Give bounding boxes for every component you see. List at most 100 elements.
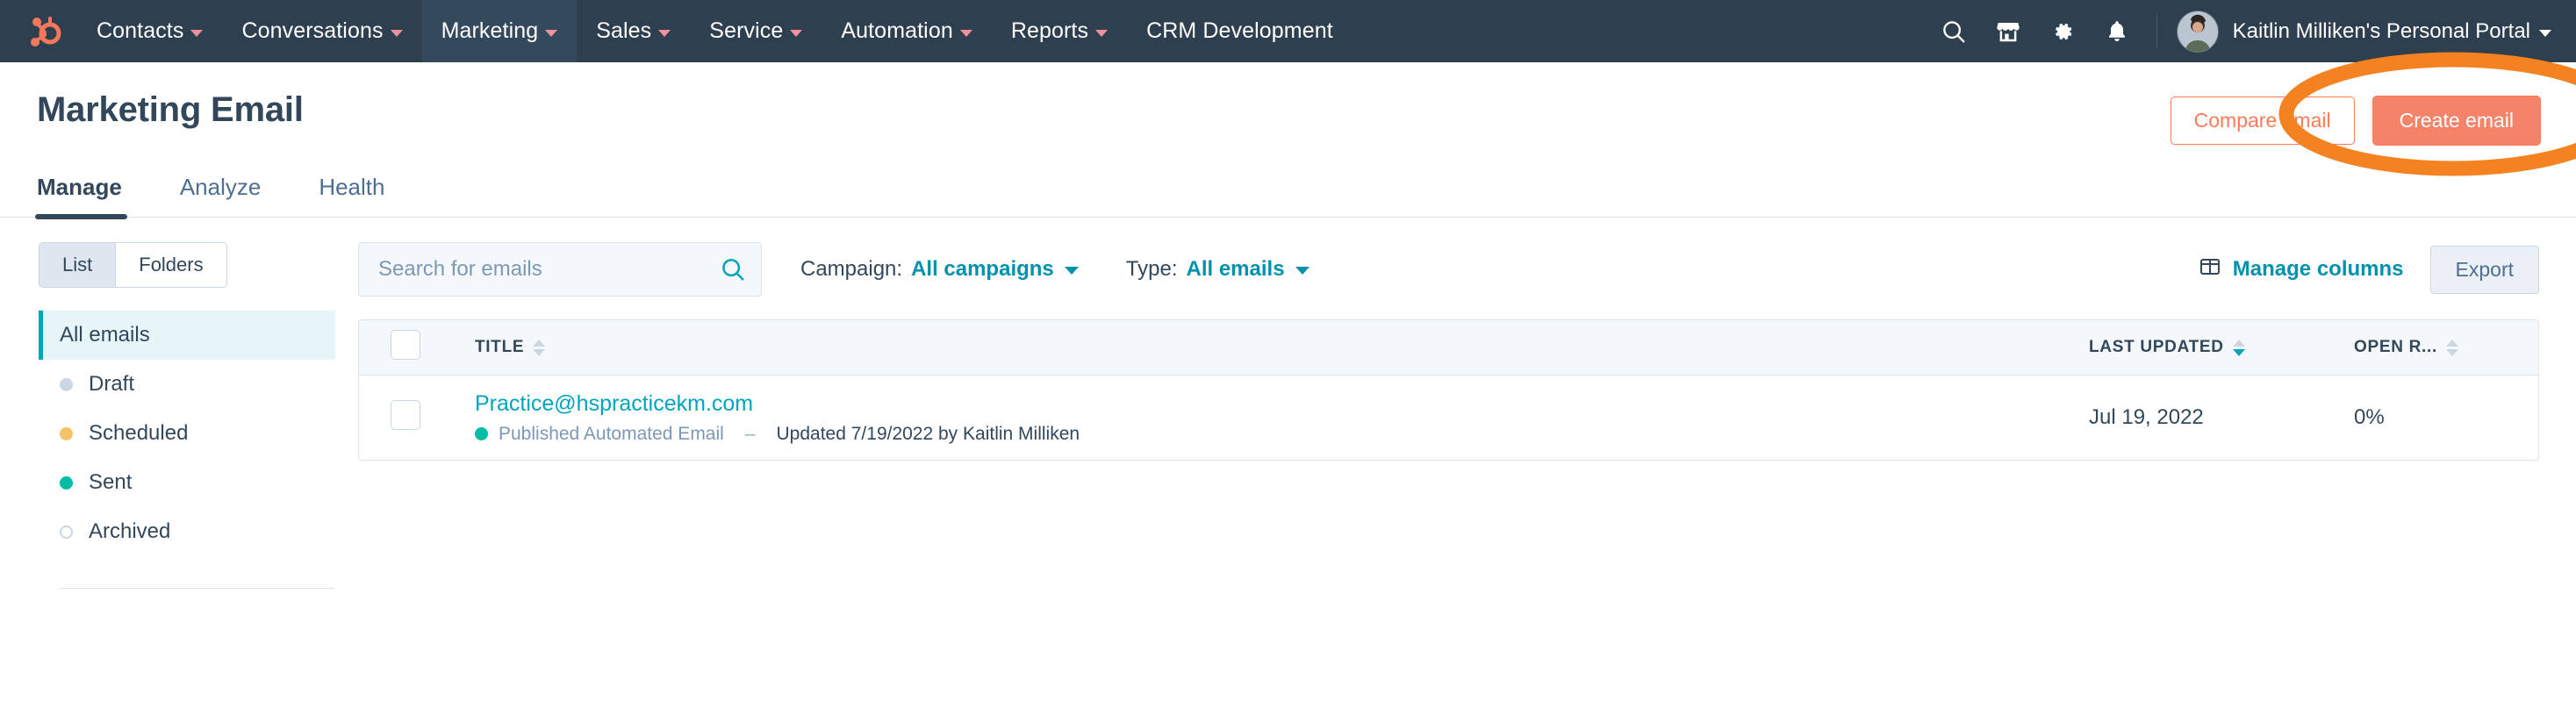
status-dot-draft-icon bbox=[60, 378, 73, 391]
sidebar-item-label: Scheduled bbox=[89, 421, 188, 446]
column-header-last-updated[interactable]: LAST UPDATED bbox=[2073, 320, 2336, 376]
portal-name-label: Kaitlin Milliken's Personal Portal bbox=[2233, 19, 2530, 44]
nav-item-label: Service bbox=[709, 18, 783, 44]
search-icon[interactable] bbox=[720, 256, 746, 283]
notifications-bell-icon[interactable] bbox=[2090, 0, 2144, 62]
nav-utility-area: Kaitlin Milliken's Personal Portal bbox=[1927, 0, 2576, 62]
nav-item-label: Automation bbox=[841, 18, 952, 44]
sidebar-item-sent[interactable]: Sent bbox=[39, 458, 335, 507]
status-dot-sent-icon bbox=[60, 476, 73, 490]
campaign-filter-label: Campaign: bbox=[800, 257, 902, 282]
row-checkbox[interactable] bbox=[391, 400, 420, 430]
page-header: Marketing Email Compare email Create ema… bbox=[0, 62, 2576, 146]
type-filter-value: All emails bbox=[1186, 257, 1284, 282]
row-select-cell bbox=[359, 376, 470, 461]
nav-item-sales[interactable]: Sales bbox=[577, 0, 690, 62]
hubspot-sprocket-logo-icon bbox=[23, 11, 63, 52]
manage-columns-button[interactable]: Manage columns bbox=[2199, 257, 2404, 283]
campaign-filter-dropdown[interactable]: All campaigns bbox=[911, 257, 1079, 282]
sidebar-item-draft[interactable]: Draft bbox=[39, 360, 335, 409]
portal-selector[interactable]: Kaitlin Milliken's Personal Portal bbox=[2233, 19, 2551, 44]
search-box bbox=[358, 242, 762, 297]
compare-email-button[interactable]: Compare email bbox=[2171, 97, 2355, 145]
nav-item-label: Marketing bbox=[441, 18, 539, 44]
nav-item-marketing[interactable]: Marketing bbox=[422, 0, 578, 62]
row-last-updated-cell: Jul 19, 2022 bbox=[2073, 376, 2336, 461]
chevron-down-icon bbox=[658, 30, 671, 37]
type-filter-dropdown[interactable]: All emails bbox=[1186, 257, 1309, 282]
chevron-down-icon bbox=[790, 30, 802, 37]
nav-item-label: Reports bbox=[1011, 18, 1088, 44]
row-title-cell: Practice@hspracticekm.com Published Auto… bbox=[470, 376, 2073, 461]
chevron-down-icon bbox=[2539, 30, 2551, 37]
nav-item-label: CRM Development bbox=[1146, 18, 1333, 44]
nav-item-label: Sales bbox=[596, 18, 651, 44]
sidebar-divider bbox=[60, 588, 335, 589]
nav-item-label: Contacts bbox=[97, 18, 183, 44]
nav-item-contacts[interactable]: Contacts bbox=[77, 0, 222, 62]
avatar[interactable] bbox=[2177, 11, 2219, 53]
email-meta: Published Automated Email – Updated 7/19… bbox=[475, 424, 2073, 445]
email-title-link[interactable]: Practice@hspracticekm.com bbox=[475, 391, 2073, 417]
email-updated-by: Updated 7/19/2022 by Kaitlin Milliken bbox=[777, 424, 1080, 445]
hubspot-logo-link[interactable] bbox=[0, 0, 77, 62]
sidebar-item-label: Archived bbox=[89, 519, 170, 544]
chevron-down-icon bbox=[391, 30, 403, 37]
sidebar-item-scheduled[interactable]: Scheduled bbox=[39, 409, 335, 458]
nav-divider bbox=[2156, 15, 2157, 48]
tab-manage[interactable]: Manage bbox=[37, 174, 155, 217]
create-email-button[interactable]: Create email bbox=[2372, 96, 2541, 146]
sidebar-item-label: Draft bbox=[89, 372, 134, 397]
type-filter-label: Type: bbox=[1126, 257, 1178, 282]
column-label: LAST UPDATED bbox=[2089, 338, 2224, 357]
campaign-filter-value: All campaigns bbox=[911, 257, 1054, 282]
chevron-down-icon bbox=[1065, 267, 1079, 275]
settings-gear-icon[interactable] bbox=[2035, 0, 2090, 62]
top-navigation-bar: Contacts Conversations Marketing Sales S… bbox=[0, 0, 2576, 62]
select-all-header bbox=[359, 320, 470, 376]
status-dot-archived-icon bbox=[60, 526, 73, 539]
chevron-down-icon bbox=[1095, 30, 1108, 37]
manage-columns-label: Manage columns bbox=[2233, 257, 2404, 282]
open-rate-value: 0% bbox=[2336, 405, 2385, 429]
sidebar: List Folders All emails Draft Scheduled … bbox=[0, 218, 351, 589]
columns-icon bbox=[2199, 257, 2221, 283]
sidebar-item-label: All emails bbox=[60, 323, 150, 347]
status-dot-published-icon bbox=[475, 427, 488, 440]
sidebar-item-all-emails[interactable]: All emails bbox=[39, 311, 335, 360]
page-tabs: Manage Analyze Health bbox=[37, 174, 2539, 217]
meta-separator: – bbox=[745, 424, 756, 445]
nav-item-label: Conversations bbox=[241, 18, 383, 44]
list-folders-toggle: List Folders bbox=[39, 242, 227, 288]
toggle-list[interactable]: List bbox=[39, 243, 115, 287]
table-row[interactable]: Practice@hspracticekm.com Published Auto… bbox=[359, 376, 2538, 461]
column-label: OPEN R... bbox=[2354, 338, 2437, 357]
table-head: TITLE LAST UPDATED OPE bbox=[359, 320, 2538, 376]
status-dot-scheduled-icon bbox=[60, 427, 73, 440]
page-body: List Folders All emails Draft Scheduled … bbox=[0, 218, 2576, 589]
select-all-checkbox[interactable] bbox=[391, 330, 420, 360]
sidebar-item-archived[interactable]: Archived bbox=[39, 507, 335, 556]
sort-toggle-title-icon[interactable] bbox=[533, 340, 545, 356]
sort-toggle-last-updated-icon[interactable] bbox=[2233, 340, 2245, 356]
search-icon[interactable] bbox=[1927, 0, 1981, 62]
column-header-open-rate[interactable]: OPEN R... bbox=[2336, 320, 2538, 376]
nav-item-reports[interactable]: Reports bbox=[992, 0, 1127, 62]
last-updated-value: Jul 19, 2022 bbox=[2073, 405, 2204, 429]
export-button[interactable]: Export bbox=[2430, 246, 2539, 294]
chevron-down-icon bbox=[1295, 267, 1310, 275]
emails-table: TITLE LAST UPDATED OPE bbox=[359, 320, 2538, 460]
page-tabs-bar: Manage Analyze Health bbox=[0, 174, 2576, 218]
column-header-title[interactable]: TITLE bbox=[470, 320, 2073, 376]
sort-toggle-open-rate-icon[interactable] bbox=[2446, 340, 2458, 356]
nav-item-automation[interactable]: Automation bbox=[822, 0, 991, 62]
marketplace-icon[interactable] bbox=[1981, 0, 2035, 62]
nav-item-crm-development[interactable]: CRM Development bbox=[1127, 0, 1353, 62]
nav-item-service[interactable]: Service bbox=[690, 0, 822, 62]
search-input[interactable] bbox=[358, 242, 762, 297]
nav-item-conversations[interactable]: Conversations bbox=[222, 0, 421, 62]
tab-analyze[interactable]: Analyze bbox=[180, 174, 295, 217]
toggle-folders[interactable]: Folders bbox=[115, 243, 226, 287]
tab-health[interactable]: Health bbox=[319, 174, 418, 217]
header-actions: Compare email Create email bbox=[2171, 92, 2541, 146]
